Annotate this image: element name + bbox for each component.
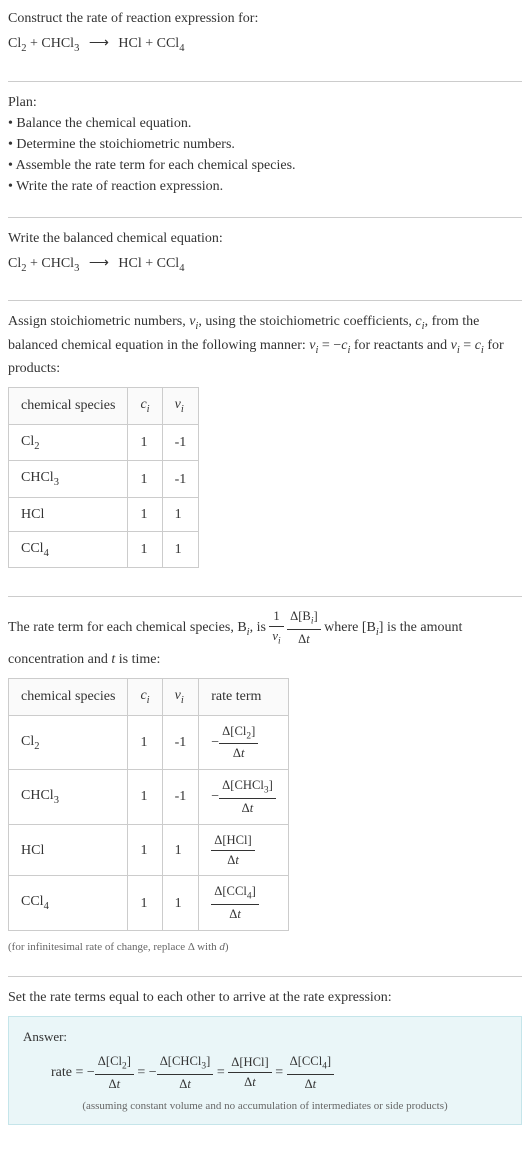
plan-section: Plan: • Balance the chemical equation. •… bbox=[8, 92, 522, 205]
cell-v: 1 bbox=[162, 824, 199, 876]
cell-species: HCl bbox=[9, 497, 128, 531]
table-header-row: chemical species ci νi bbox=[9, 388, 199, 425]
stoich-intro: Assign stoichiometric numbers, νi, using… bbox=[8, 311, 522, 379]
col-c: ci bbox=[128, 388, 162, 425]
table-row: Cl2 1 -1 −Δ[Cl2]Δt bbox=[9, 715, 289, 770]
divider bbox=[8, 596, 522, 597]
table-row: CCl4 1 1 Δ[CCl4]Δt bbox=[9, 876, 289, 931]
cell-species: CCl4 bbox=[9, 531, 128, 568]
table-row: Cl2 1 -1 bbox=[9, 424, 199, 461]
table-row: CHCl3 1 -1 bbox=[9, 461, 199, 498]
cell-c: 1 bbox=[128, 715, 162, 770]
answer-note: (assuming constant volume and no accumul… bbox=[23, 1098, 507, 1115]
intro-title: Construct the rate of reaction expressio… bbox=[8, 8, 522, 29]
table-row: HCl 1 1 bbox=[9, 497, 199, 531]
cell-rate: −Δ[Cl2]Δt bbox=[199, 715, 289, 770]
rate-term-table: chemical species ci νi rate term Cl2 1 -… bbox=[8, 678, 289, 931]
cell-v: -1 bbox=[162, 715, 199, 770]
balanced-section: Write the balanced chemical equation: Cl… bbox=[8, 228, 522, 289]
intro-equation: Cl2 + CHCl3 ⟶ HCl + CCl4 bbox=[8, 33, 522, 57]
col-v: νi bbox=[162, 388, 199, 425]
rate-term-section: The rate term for each chemical species,… bbox=[8, 607, 522, 963]
col-species: chemical species bbox=[9, 678, 128, 715]
divider bbox=[8, 300, 522, 301]
answer-box: Answer: rate = −Δ[Cl2]Δt = −Δ[CHCl3]Δt =… bbox=[8, 1016, 522, 1126]
cell-c: 1 bbox=[128, 770, 162, 825]
cell-c: 1 bbox=[128, 424, 162, 461]
cell-c: 1 bbox=[128, 531, 162, 568]
cell-rate: Δ[CCl4]Δt bbox=[199, 876, 289, 931]
col-species: chemical species bbox=[9, 388, 128, 425]
balanced-equation: Cl2 + CHCl3 ⟶ HCl + CCl4 bbox=[8, 253, 522, 277]
answer-expression: rate = −Δ[Cl2]Δt = −Δ[CHCl3]Δt = Δ[HCl]Δ… bbox=[23, 1052, 507, 1094]
stoich-table: chemical species ci νi Cl2 1 -1 CHCl3 1 … bbox=[8, 387, 199, 568]
col-rate: rate term bbox=[199, 678, 289, 715]
cell-species: HCl bbox=[9, 824, 128, 876]
cell-v: -1 bbox=[162, 461, 199, 498]
table-row: CHCl3 1 -1 −Δ[CHCl3]Δt bbox=[9, 770, 289, 825]
plan-item: • Balance the chemical equation. bbox=[8, 113, 522, 134]
cell-species: CHCl3 bbox=[9, 461, 128, 498]
plan-heading: Plan: bbox=[8, 92, 522, 113]
cell-c: 1 bbox=[128, 497, 162, 531]
table-row: HCl 1 1 Δ[HCl]Δt bbox=[9, 824, 289, 876]
col-c: ci bbox=[128, 678, 162, 715]
table-header-row: chemical species ci νi rate term bbox=[9, 678, 289, 715]
cell-species: Cl2 bbox=[9, 424, 128, 461]
cell-rate: −Δ[CHCl3]Δt bbox=[199, 770, 289, 825]
cell-species: CCl4 bbox=[9, 876, 128, 931]
balanced-heading: Write the balanced chemical equation: bbox=[8, 228, 522, 249]
cell-v: 1 bbox=[162, 497, 199, 531]
cell-species: CHCl3 bbox=[9, 770, 128, 825]
stoich-section: Assign stoichiometric numbers, νi, using… bbox=[8, 311, 522, 584]
cell-v: 1 bbox=[162, 531, 199, 568]
cell-species: Cl2 bbox=[9, 715, 128, 770]
cell-v: -1 bbox=[162, 770, 199, 825]
cell-c: 1 bbox=[128, 824, 162, 876]
cell-rate: Δ[HCl]Δt bbox=[199, 824, 289, 876]
intro-section: Construct the rate of reaction expressio… bbox=[8, 8, 522, 69]
table-row: CCl4 1 1 bbox=[9, 531, 199, 568]
set-equal-text: Set the rate terms equal to each other t… bbox=[8, 987, 522, 1008]
cell-c: 1 bbox=[128, 461, 162, 498]
plan-item: • Write the rate of reaction expression. bbox=[8, 176, 522, 197]
rate-term-intro: The rate term for each chemical species,… bbox=[8, 607, 522, 670]
final-section: Set the rate terms equal to each other t… bbox=[8, 987, 522, 1134]
col-v: νi bbox=[162, 678, 199, 715]
answer-label: Answer: bbox=[23, 1027, 507, 1047]
cell-c: 1 bbox=[128, 876, 162, 931]
infinitesimal-note: (for infinitesimal rate of change, repla… bbox=[8, 939, 522, 956]
cell-v: 1 bbox=[162, 876, 199, 931]
divider bbox=[8, 81, 522, 82]
cell-v: -1 bbox=[162, 424, 199, 461]
plan-item: • Determine the stoichiometric numbers. bbox=[8, 134, 522, 155]
plan-item: • Assemble the rate term for each chemic… bbox=[8, 155, 522, 176]
divider bbox=[8, 217, 522, 218]
